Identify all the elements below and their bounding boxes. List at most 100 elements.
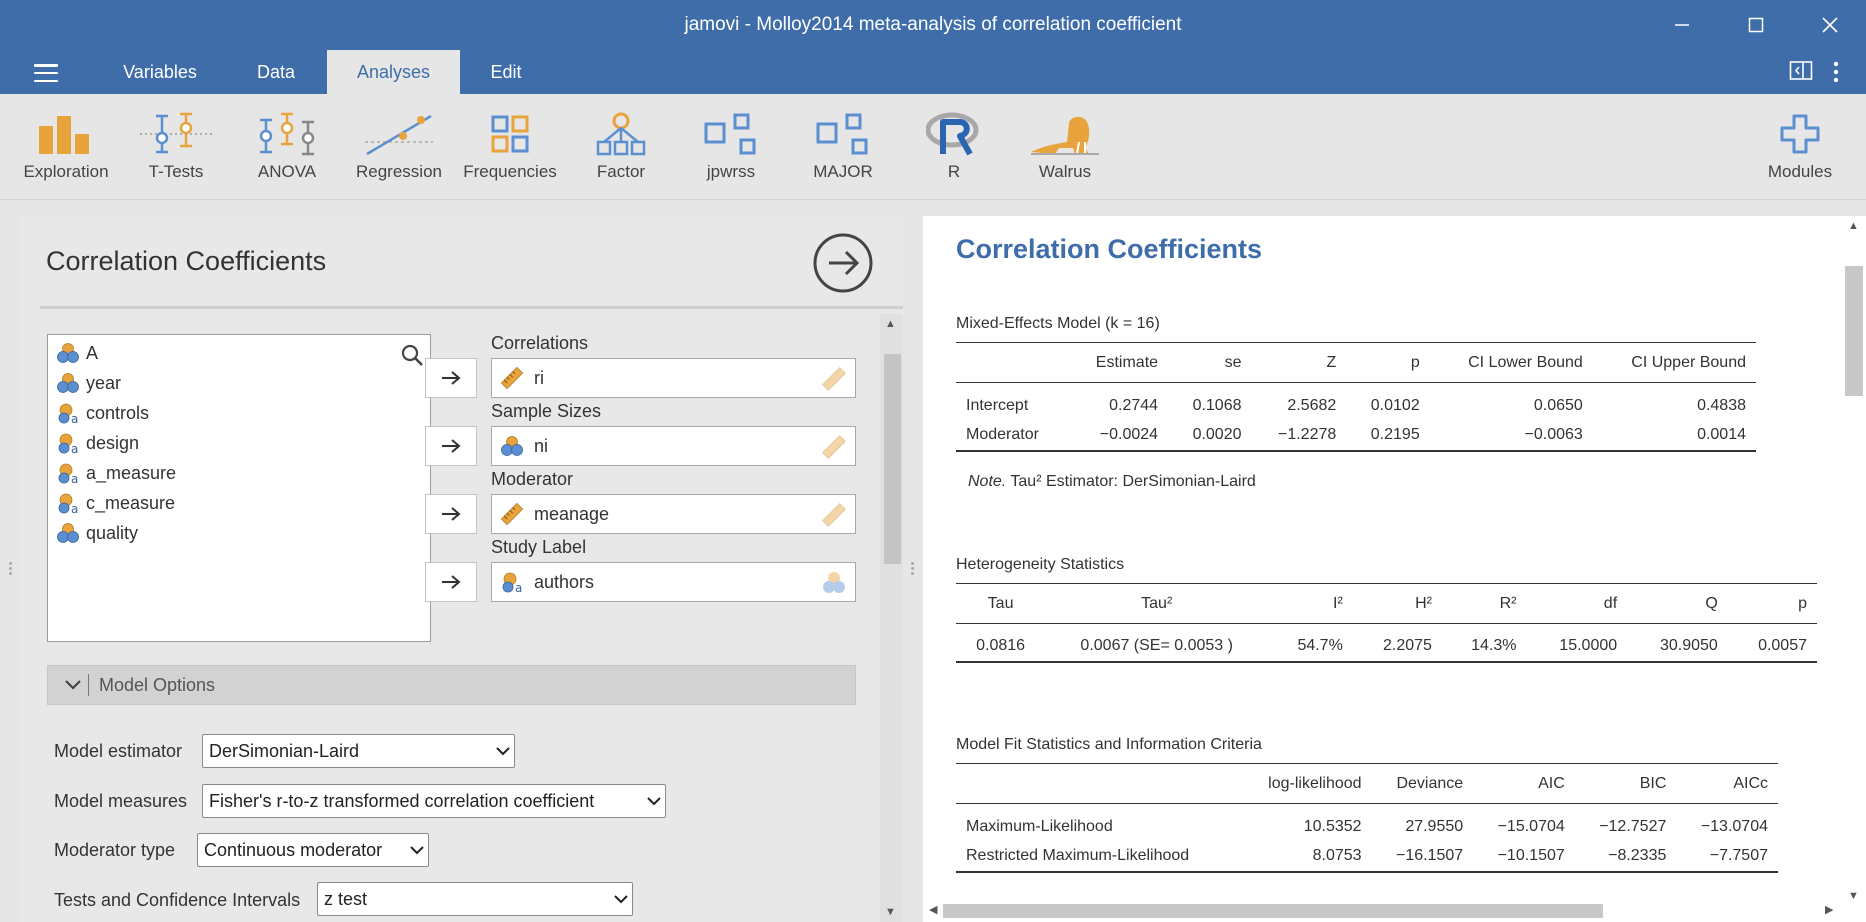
tests-ci-select[interactable]: z test [317,882,633,916]
maximize-button[interactable] [1736,10,1776,40]
ribbon-frequencies-button[interactable]: Frequencies [455,112,565,182]
arrow-right-icon [442,507,461,521]
options-scrollbar-thumb[interactable] [884,354,901,564]
table-header: Tau [956,583,1046,624]
ribbon-jpwrss-button[interactable]: jpwrss [676,112,786,182]
ribbon-regression-button[interactable]: Regression [344,112,454,182]
moderator-type-select[interactable]: Continuous moderator [197,833,429,867]
move-to-study-label-button[interactable] [425,562,477,602]
chevron-down-icon [643,796,665,806]
table-cell: 0.1068 [1192,396,1242,414]
results-horizontal-scrollbar[interactable]: ◀ ▶ [923,898,1840,922]
table-cell: 10.5352 [1303,817,1362,835]
table-header: BIC [1574,763,1677,804]
study-label-field[interactable]: a authors [491,562,856,602]
correlations-field[interactable]: ri [491,358,856,398]
table-cell: 2.5682 [1287,396,1337,414]
nominal-icon [57,373,79,393]
ribbon-exploration-button[interactable]: Exploration [11,112,121,182]
svg-text:a: a [71,502,78,514]
ribbon-r-button[interactable]: R [899,112,1009,182]
results-mode-icon[interactable] [1789,60,1813,87]
list-item[interactable]: quality [56,515,138,551]
ribbon-label: Factor [596,162,646,181]
table-header: log-likelihood [1239,763,1372,804]
close-button[interactable] [1810,10,1850,40]
nominal-text-icon: a [502,572,522,593]
regression-icon [365,114,433,156]
table-cell: −12.7527 [1599,817,1667,835]
model-fit-caption: Model Fit Statistics and Information Cri… [956,736,1262,753]
continuous-type-icon [821,366,847,397]
variable-name: a_measure [86,462,177,483]
model-options-header[interactable]: Model Options [47,665,856,705]
ribbon-ttests-button[interactable]: T-Tests [121,112,231,182]
move-to-moderator-button[interactable] [425,494,477,534]
model-estimator-label: Model estimator [54,741,183,761]
svg-text:a: a [71,442,78,454]
tab-edit[interactable]: Edit [470,50,542,94]
table-cell: 0.0650 [1533,396,1583,414]
table-cell: 2.2075 [1352,623,1442,663]
options-scrollbar[interactable]: ▲ ▼ [880,314,903,922]
ribbon-label: MAJOR [813,162,873,181]
variable-name: A [86,342,99,363]
model-measures-label: Model measures [54,791,188,811]
ribbon-major-button[interactable]: MAJOR [788,112,898,182]
nominal-text-icon: a [58,493,78,514]
chevron-down-icon [406,845,428,855]
run-analysis-button[interactable] [812,232,874,294]
table-header: p [1727,583,1817,624]
window-title: jamovi - Molloy2014 meta-analysis of cor… [684,14,1182,35]
ribbon-factor-button[interactable]: Factor [566,112,676,182]
move-to-sample-sizes-button[interactable] [425,426,477,466]
model-estimator-select[interactable]: DerSimonian-Laird [202,734,515,768]
table-header [956,763,1240,804]
move-to-correlations-button[interactable] [425,358,477,398]
ttest-icon [140,112,212,154]
table-cell: 0.0014 [1592,420,1756,452]
variable-name: controls [86,402,150,423]
table-cell: 8.0753 [1239,841,1372,873]
table-header: p [1346,342,1430,383]
table-cell: 0.0057 [1727,623,1817,663]
variable-list[interactable]: A year a controls a design a a_measure a… [47,334,431,642]
sample-sizes-field[interactable]: ni [491,426,856,466]
tab-variables[interactable]: Variables [100,50,220,94]
study-label-value: authors [534,571,595,592]
close-icon [1822,17,1838,33]
left-splitter-handle[interactable] [7,560,13,586]
table-header: Estimate [1068,342,1169,383]
moderator-field[interactable]: meanage [491,494,856,534]
minimize-button[interactable] [1662,10,1702,40]
ribbon-modules-button[interactable]: Modules [1745,112,1855,182]
ribbon-anova-button[interactable]: ANOVA [232,112,342,182]
search-icon[interactable] [400,343,424,372]
table-header: H² [1352,583,1442,624]
ribbon-label: Walrus [1038,162,1092,181]
hamburger-menu-icon[interactable] [34,64,58,82]
svg-text:a: a [71,472,78,484]
title-bar: jamovi - Molloy2014 meta-analysis of cor… [0,0,1866,52]
moderator-type-value: Continuous moderator [204,839,383,860]
nominal-icon [501,436,523,456]
results-scrollbar-thumb[interactable] [1845,266,1863,396]
model-measures-select[interactable]: Fisher's r-to-z transformed correlation … [202,784,666,818]
tab-data[interactable]: Data [236,50,316,94]
results-vertical-scrollbar[interactable]: ▲ ▼ [1840,216,1866,906]
anova-icon [259,112,315,156]
results-hscroll-thumb[interactable] [943,904,1603,918]
table-row: Maximum-Likelihood 10.5352 27.9550 −15.0… [956,804,1778,842]
heterogeneity-table: Tau Tau² I² H² R² df Q p 0.0816 0.0067 (… [956,583,1817,663]
table-header: CI Upper Bound [1592,342,1756,383]
tab-analyses[interactable]: Analyses [327,50,460,94]
table-cell: 0.0020 [1168,420,1252,452]
more-options-icon[interactable] [1832,61,1840,88]
ribbon-walrus-button[interactable]: Walrus [1010,112,1120,182]
variable-name: year [86,372,122,393]
model-options-label: Model Options [99,674,216,695]
moderator-label: Moderator [491,469,574,489]
ribbon-label: Modules [1767,162,1833,181]
note-text: Tau² Estimator: DerSimonian-Laird [1010,473,1256,490]
panel-splitter-handle[interactable] [909,560,915,586]
